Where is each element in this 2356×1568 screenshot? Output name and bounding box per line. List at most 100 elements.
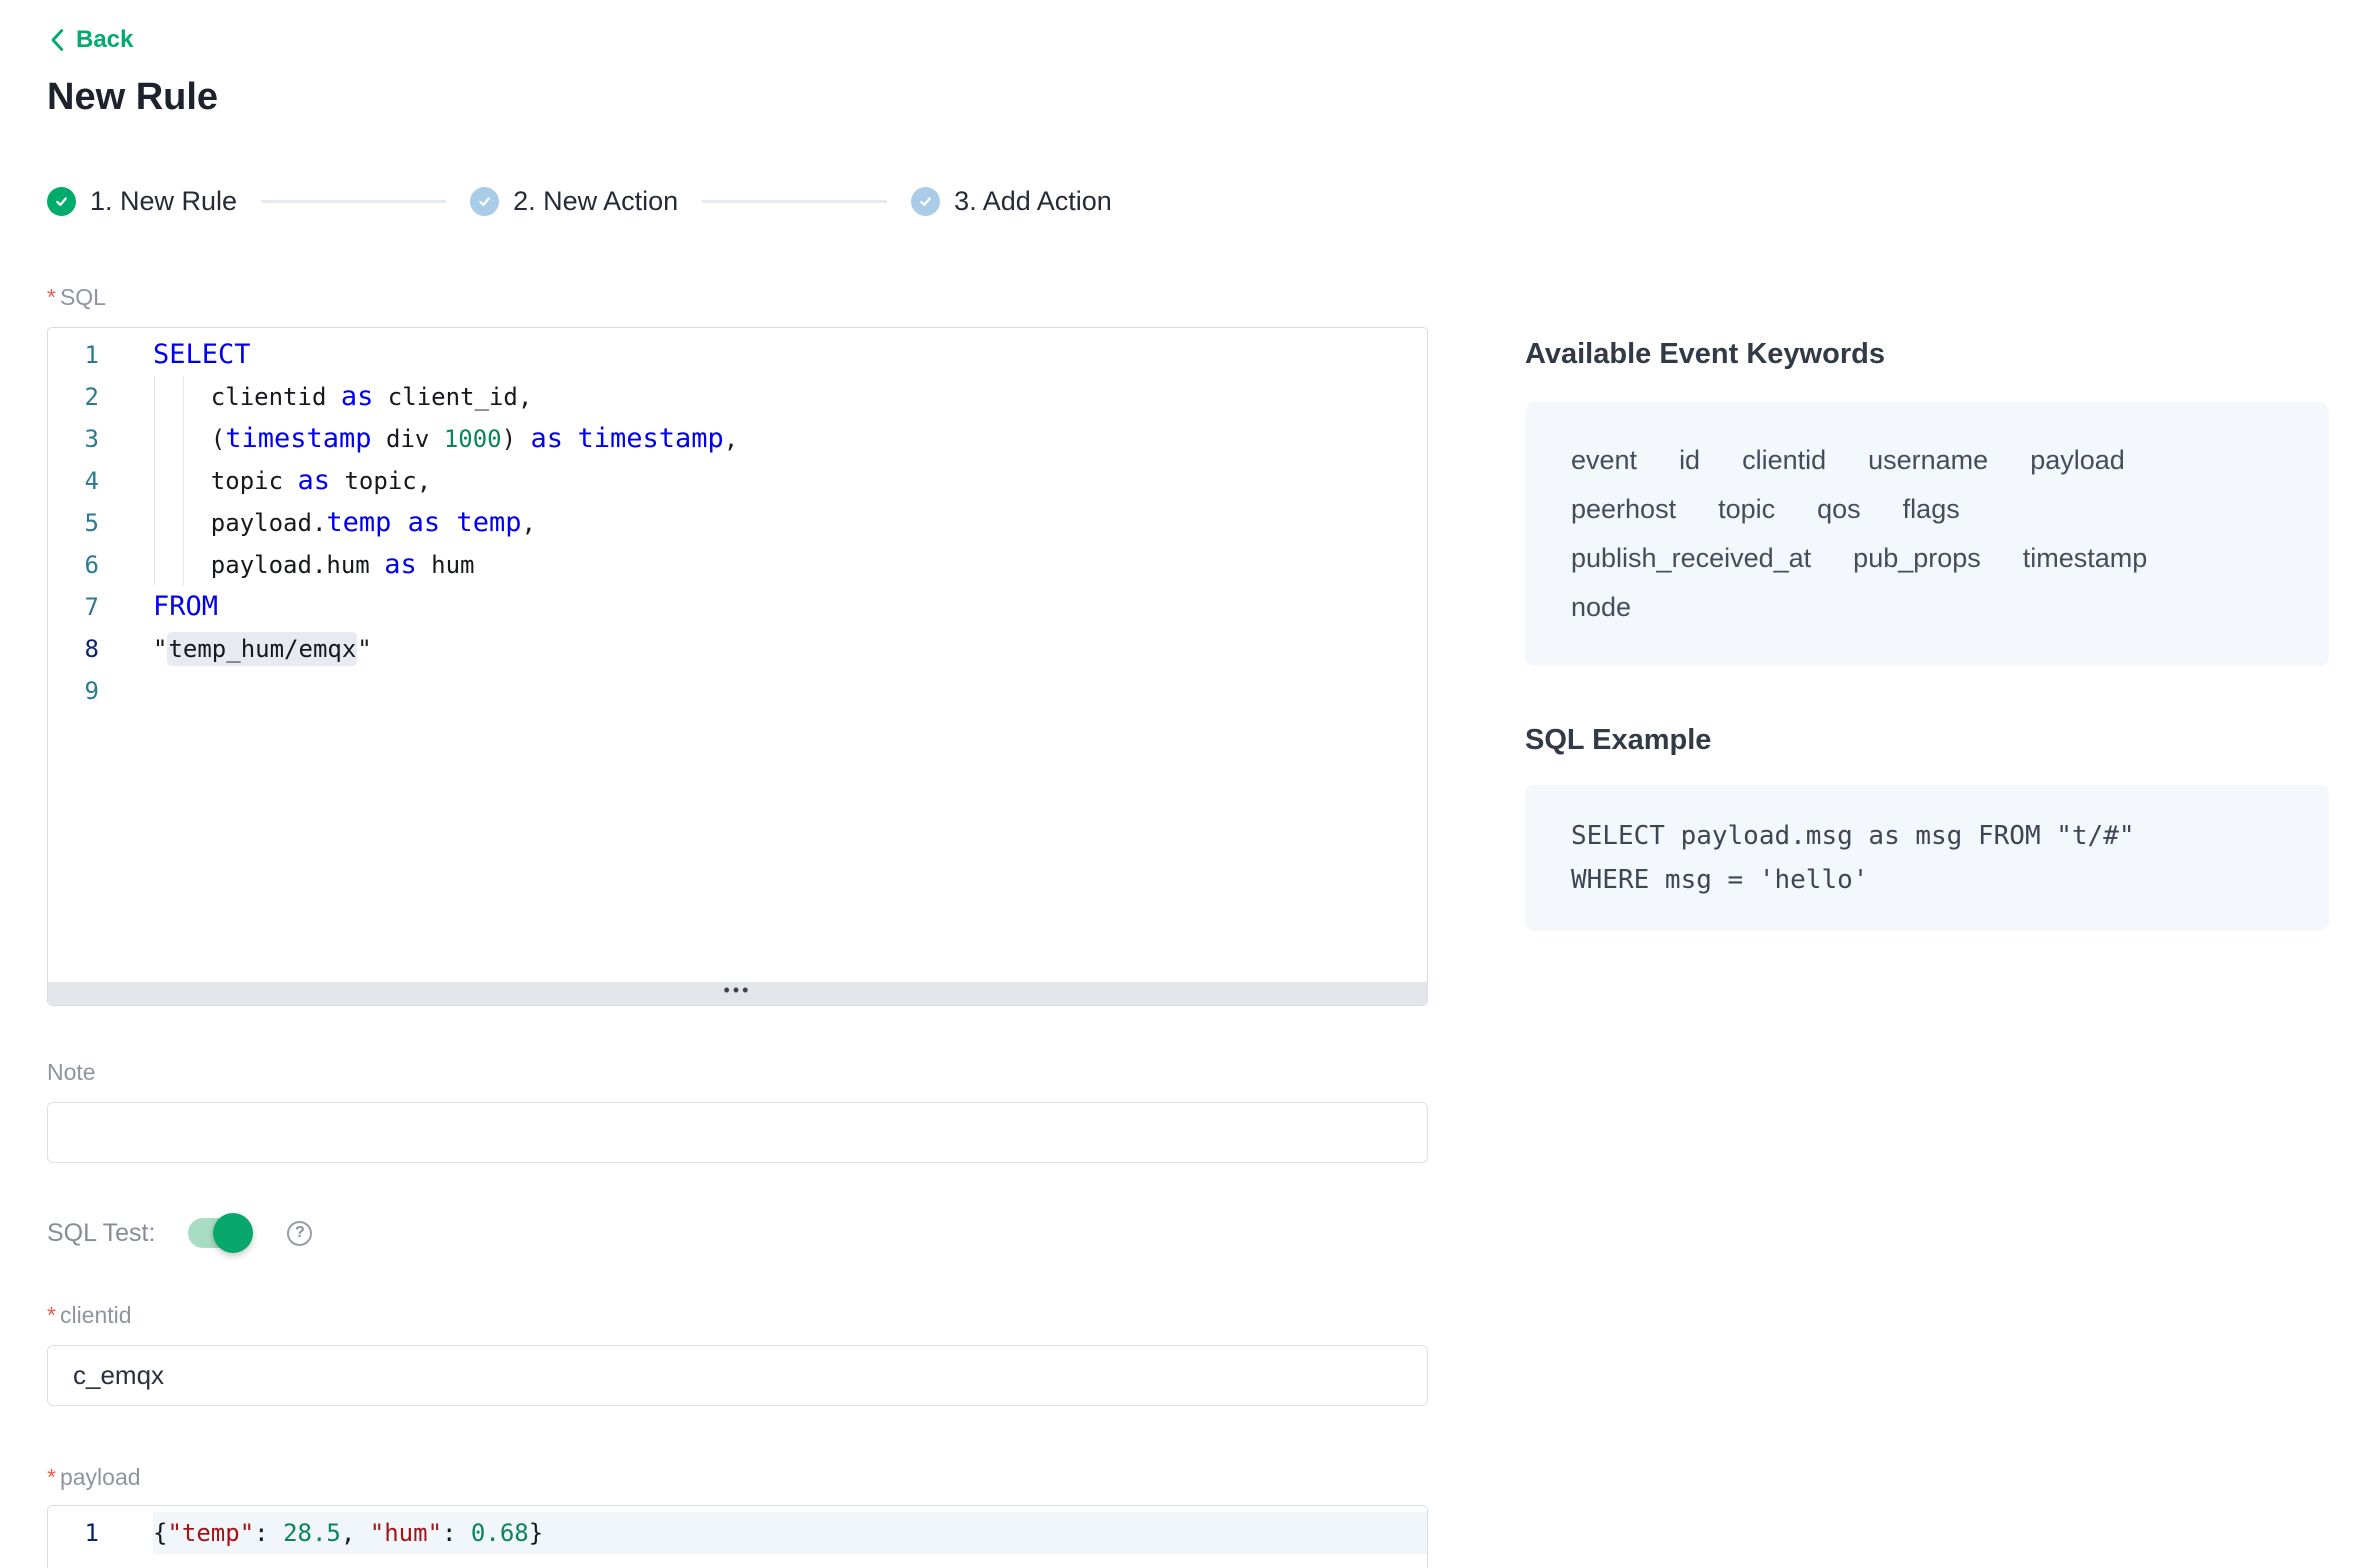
indent-guide bbox=[154, 502, 155, 544]
code-token: FROM bbox=[153, 591, 218, 622]
sql-test-toggle[interactable] bbox=[188, 1218, 250, 1248]
clientid-input[interactable] bbox=[47, 1345, 1428, 1406]
indent-guide bbox=[183, 376, 184, 418]
chevron-left-icon bbox=[47, 28, 67, 52]
code-line-content: (timestamp div 1000) as timestamp, bbox=[153, 418, 1427, 460]
code-token: 1000 bbox=[444, 425, 502, 453]
code-line[interactable]: 4 topic as topic, bbox=[48, 460, 1427, 502]
sql-test-row: SQL Test: ? bbox=[47, 1213, 1428, 1253]
payload-editor[interactable]: 1{"temp": 28.5, "hum": 0.68} bbox=[47, 1505, 1428, 1568]
payload-editor-code[interactable]: 1{"temp": 28.5, "hum": 0.68} bbox=[48, 1506, 1427, 1554]
event-keyword: qos bbox=[1817, 495, 1861, 524]
code-token: 0.68 bbox=[471, 1519, 529, 1547]
code-token: timestamp bbox=[225, 423, 371, 454]
clientid-field-label: *clientid bbox=[47, 1301, 1428, 1329]
event-keyword: username bbox=[1868, 446, 1988, 475]
event-keyword: publish_received_at bbox=[1571, 544, 1811, 573]
code-line[interactable]: 5 payload.temp as temp, bbox=[48, 502, 1427, 544]
code-token: "hum" bbox=[370, 1519, 442, 1547]
code-line-content bbox=[153, 670, 1427, 712]
indent-guide bbox=[154, 376, 155, 418]
event-keyword: payload bbox=[2030, 446, 2125, 475]
sql-editor[interactable]: 1SELECT2 clientid as client_id,3 (timest… bbox=[47, 327, 1428, 1006]
indent-guide bbox=[183, 502, 184, 544]
indent-guide bbox=[183, 418, 184, 460]
code-token: temp as temp bbox=[326, 507, 521, 538]
keywords-panel-title: Available Event Keywords bbox=[1525, 338, 2329, 371]
back-link[interactable]: Back bbox=[47, 26, 133, 54]
toggle-thumb bbox=[213, 1213, 253, 1253]
code-line[interactable]: 7FROM bbox=[48, 586, 1427, 628]
rule-form: *SQL 1SELECT2 clientid as client_id,3 (t… bbox=[47, 283, 1428, 1568]
line-number: 1 bbox=[48, 1512, 153, 1554]
keywords-card: eventidclientidusernamepayloadpeerhostto… bbox=[1525, 402, 2329, 666]
step-label: 3. Add Action bbox=[954, 186, 1112, 217]
code-token: } bbox=[529, 1519, 543, 1547]
event-keyword: clientid bbox=[1742, 446, 1826, 475]
event-keyword: event bbox=[1571, 446, 1637, 475]
drag-dots-icon: ••• bbox=[724, 985, 752, 995]
code-token: 28.5 bbox=[283, 1519, 341, 1547]
code-token: payload.hum bbox=[153, 551, 384, 579]
code-token: timestamp bbox=[577, 423, 723, 454]
code-line-content: SELECT bbox=[153, 334, 1427, 376]
code-token: temp_hum/emqx bbox=[167, 632, 357, 666]
sql-editor-code[interactable]: 1SELECT2 clientid as client_id,3 (timest… bbox=[48, 328, 1427, 712]
line-number: 4 bbox=[48, 460, 153, 502]
code-line[interactable]: 1SELECT bbox=[48, 334, 1427, 376]
note-field-label: Note bbox=[47, 1058, 1428, 1086]
code-token: SELECT bbox=[153, 339, 251, 370]
step-label: 2. New Action bbox=[513, 186, 678, 217]
code-token: client_id, bbox=[373, 383, 532, 411]
stepper-step-3[interactable]: 3. Add Action bbox=[911, 186, 1112, 217]
code-token: , bbox=[724, 425, 738, 453]
sql-example-line: WHERE msg = 'hello' bbox=[1571, 858, 2283, 902]
step-check-icon bbox=[477, 194, 492, 209]
indent-guide bbox=[154, 544, 155, 586]
step-check-icon bbox=[54, 194, 69, 209]
editor-resize-handle[interactable]: ••• bbox=[48, 982, 1427, 1005]
code-line[interactable]: 9 bbox=[48, 670, 1427, 712]
code-line[interactable]: 8"temp_hum/emqx" bbox=[48, 628, 1427, 670]
indent-guide bbox=[183, 460, 184, 502]
line-number: 7 bbox=[48, 586, 153, 628]
sql-example-title: SQL Example bbox=[1525, 724, 2329, 757]
code-token: as bbox=[341, 381, 374, 412]
help-sidebar: Available Event Keywords eventidclientid… bbox=[1525, 338, 2329, 931]
code-token: as bbox=[384, 549, 417, 580]
sql-field-label: *SQL bbox=[47, 283, 1428, 311]
code-token: payload. bbox=[153, 509, 326, 537]
code-token: ) bbox=[502, 425, 531, 453]
back-label: Back bbox=[76, 26, 133, 54]
code-line[interactable]: 6 payload.hum as hum bbox=[48, 544, 1427, 586]
code-token bbox=[563, 425, 577, 453]
stepper-step-1[interactable]: 1. New Rule bbox=[47, 186, 237, 217]
code-token: hum bbox=[417, 551, 475, 579]
code-line[interactable]: 2 clientid as client_id, bbox=[48, 376, 1427, 418]
stepper-connector bbox=[702, 200, 887, 203]
code-token: , bbox=[521, 509, 535, 537]
code-line[interactable]: 1{"temp": 28.5, "hum": 0.68} bbox=[48, 1512, 1427, 1554]
sql-example-line: SELECT payload.msg as msg FROM "t/#" bbox=[1571, 814, 2283, 858]
note-input[interactable] bbox=[47, 1102, 1428, 1163]
code-token: topic, bbox=[330, 467, 431, 495]
code-line-content: "temp_hum/emqx" bbox=[153, 628, 1427, 670]
stepper: 1. New Rule 2. New Action 3. Add Action bbox=[47, 186, 1112, 217]
code-token: ( bbox=[153, 425, 225, 453]
page-title: New Rule bbox=[47, 76, 218, 119]
sql-test-label: SQL Test: bbox=[47, 1219, 155, 1248]
step-status-icon bbox=[470, 187, 499, 216]
help-icon[interactable]: ? bbox=[287, 1221, 312, 1246]
indent-guide bbox=[154, 460, 155, 502]
code-line[interactable]: 3 (timestamp div 1000) as timestamp, bbox=[48, 418, 1427, 460]
code-line-content: clientid as client_id, bbox=[153, 376, 1427, 418]
line-number: 1 bbox=[48, 334, 153, 376]
code-token: div bbox=[372, 425, 444, 453]
payload-field-label: *payload bbox=[47, 1463, 1428, 1491]
code-token: as bbox=[298, 465, 331, 496]
code-token: , bbox=[341, 1519, 370, 1547]
event-keyword: peerhost bbox=[1571, 495, 1676, 524]
indent-guide bbox=[154, 418, 155, 460]
stepper-step-2[interactable]: 2. New Action bbox=[470, 186, 678, 217]
line-number: 9 bbox=[48, 670, 153, 712]
